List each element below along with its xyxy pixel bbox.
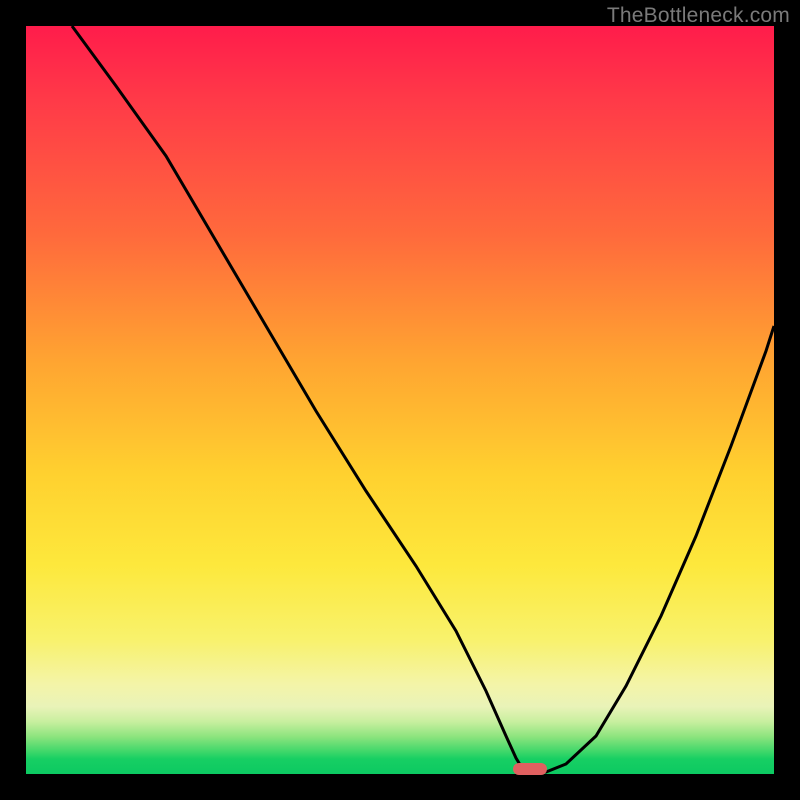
- plot-area: [26, 26, 774, 774]
- watermark-text: TheBottleneck.com: [607, 4, 790, 28]
- curve-svg: [26, 26, 774, 774]
- optimal-marker: [513, 763, 547, 775]
- chart-frame: TheBottleneck.com: [0, 0, 800, 800]
- bottleneck-curve: [72, 26, 774, 772]
